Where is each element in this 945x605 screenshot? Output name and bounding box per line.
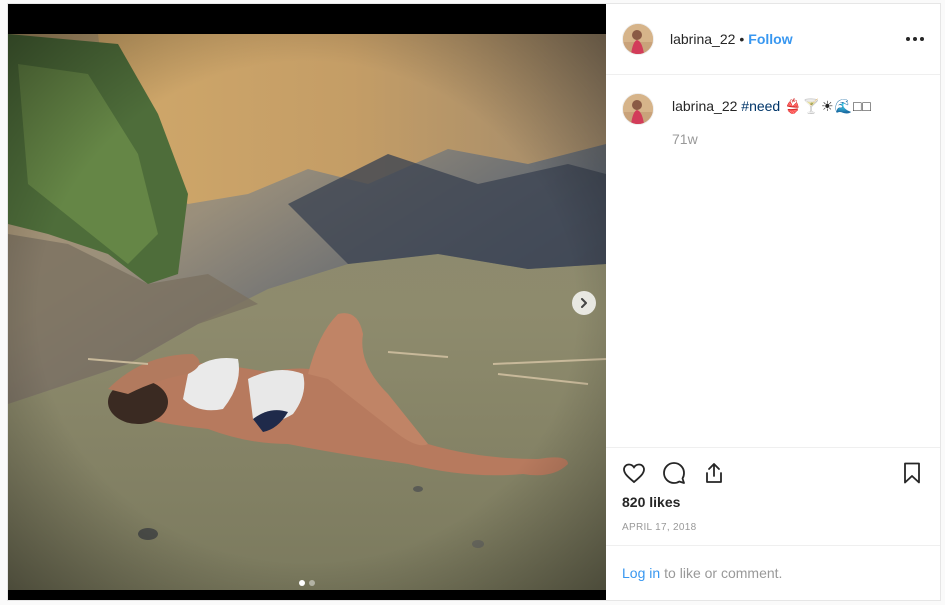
post-date[interactable]: APRIL 17, 2018 (622, 522, 924, 533)
next-photo-button[interactable] (572, 291, 596, 315)
comment-age[interactable]: 71w (672, 131, 872, 147)
chevron-right-icon (581, 298, 587, 308)
more-options-icon[interactable] (906, 37, 924, 41)
bookmark-icon[interactable] (900, 461, 924, 485)
share-icon[interactable] (702, 461, 726, 485)
post-side-panel: labrina_22 • Follow labrina_22 #need 👙🍸☀… (606, 4, 940, 600)
action-bar (622, 448, 924, 496)
login-link[interactable]: Log in (622, 565, 660, 581)
carousel-indicator (8, 580, 606, 586)
login-prompt-text: to like or comment. (664, 565, 783, 581)
post-media[interactable] (8, 4, 606, 600)
heart-icon[interactable] (622, 461, 646, 485)
login-prompt: Log in to like or comment. (606, 545, 940, 600)
likes-count[interactable]: 820 likes (622, 494, 924, 510)
follow-button[interactable]: Follow (748, 31, 792, 47)
post-photo (8, 34, 606, 590)
carousel-dot (309, 580, 315, 586)
caption-comment: labrina_22 #need 👙🍸☀🌊□□ 71w (622, 93, 924, 147)
caption-emojis: 👙🍸☀🌊□□ (784, 98, 872, 114)
comments-section: labrina_22 #need 👙🍸☀🌊□□ 71w (606, 75, 940, 447)
caption-hashtag[interactable]: #need (741, 98, 780, 114)
actions-section: 820 likes APRIL 17, 2018 (606, 447, 940, 545)
separator-dot: • (739, 31, 745, 47)
post-username[interactable]: labrina_22 (670, 31, 735, 47)
caption-username[interactable]: labrina_22 (672, 98, 737, 114)
post-header: labrina_22 • Follow (606, 4, 940, 75)
carousel-dot-active (299, 580, 305, 586)
post-card: labrina_22 • Follow labrina_22 #need 👙🍸☀… (7, 3, 941, 601)
comment-icon[interactable] (662, 461, 686, 485)
caption-avatar[interactable] (622, 93, 654, 125)
avatar[interactable] (622, 23, 654, 55)
